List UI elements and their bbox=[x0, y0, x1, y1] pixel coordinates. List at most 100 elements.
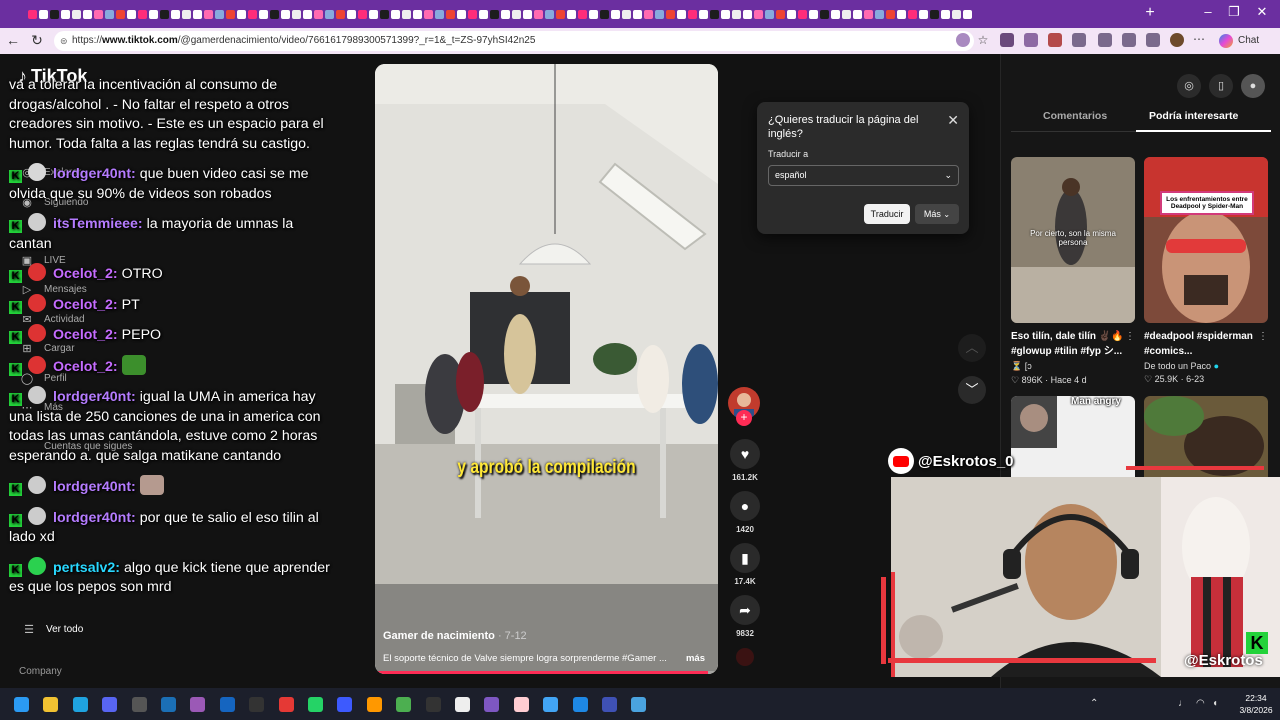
tab-favicon-icon[interactable] bbox=[61, 9, 70, 19]
tab-comentarios[interactable]: Comentarios bbox=[1043, 110, 1107, 122]
tab-favicon-icon[interactable] bbox=[622, 9, 631, 19]
tab-favicon-icon[interactable] bbox=[578, 9, 587, 19]
tab-favicon-icon[interactable] bbox=[666, 9, 675, 19]
tab-favicon-icon[interactable] bbox=[479, 9, 488, 19]
app-icon[interactable] bbox=[425, 697, 441, 712]
tab-favicon-icon[interactable] bbox=[886, 9, 895, 19]
photoshop-icon[interactable] bbox=[219, 697, 235, 712]
tab-favicon-icon[interactable] bbox=[611, 9, 620, 19]
comment-button[interactable]: ● 1420 bbox=[729, 491, 761, 534]
tab-favicon-icon[interactable] bbox=[39, 9, 48, 19]
edge-icon[interactable] bbox=[72, 697, 88, 712]
discord-icon[interactable] bbox=[102, 697, 118, 712]
chat-username[interactable]: Ocelot_2: bbox=[53, 327, 118, 343]
tab-favicon-icon[interactable] bbox=[699, 9, 708, 19]
tab-favicon-icon[interactable] bbox=[853, 9, 862, 19]
tray-overflow-icon[interactable]: ⌃ bbox=[1090, 698, 1098, 709]
tab-favicon-icon[interactable] bbox=[347, 9, 356, 19]
tab-favicon-icon[interactable] bbox=[743, 9, 752, 19]
recommended-video-card[interactable]: Los enfrentamientos entre Deadpool y Spi… bbox=[1144, 157, 1268, 385]
tab-favicon-icon[interactable] bbox=[875, 9, 884, 19]
tab-favicon-icon[interactable] bbox=[523, 9, 532, 19]
recommended-video-card[interactable] bbox=[1144, 396, 1268, 486]
tab-favicon-icon[interactable] bbox=[545, 9, 554, 19]
tab-favicon-icon[interactable] bbox=[776, 9, 785, 19]
save-button[interactable]: ▮ 17.4K bbox=[729, 543, 761, 586]
video-thumbnail[interactable]: Man angry bbox=[1011, 396, 1135, 486]
tab-favicon-icon[interactable] bbox=[831, 9, 840, 19]
volume-icon[interactable]: ◖ bbox=[1212, 698, 1218, 709]
tab-favicon-icon[interactable] bbox=[116, 9, 125, 19]
tab-favicon-icon[interactable] bbox=[908, 9, 917, 19]
obs-icon[interactable] bbox=[161, 697, 176, 712]
tab-favicon-icon[interactable] bbox=[259, 9, 268, 19]
tab-favicons[interactable] bbox=[0, 0, 972, 28]
split-screen-icon[interactable] bbox=[1098, 33, 1112, 47]
tab-favicon-icon[interactable] bbox=[809, 9, 818, 19]
tab-favicon-icon[interactable] bbox=[732, 9, 741, 19]
tab-favicon-icon[interactable] bbox=[413, 9, 422, 19]
chat-username[interactable]: lordger40nt: bbox=[53, 479, 136, 495]
translate-button[interactable]: Traducir bbox=[864, 204, 910, 224]
video-thumbnail[interactable] bbox=[1144, 396, 1268, 486]
tab-favicon-icon[interactable] bbox=[380, 9, 389, 19]
windows-start-icon[interactable] bbox=[14, 697, 29, 712]
follow-plus-icon[interactable]: + bbox=[736, 410, 752, 426]
recommended-video-card[interactable]: Por cierto, son la misma persona Eso til… bbox=[1011, 157, 1135, 386]
tab-favicon-icon[interactable] bbox=[567, 9, 576, 19]
recommended-video-card[interactable]: Man angry bbox=[1011, 396, 1135, 486]
tab-favicon-icon[interactable] bbox=[193, 9, 202, 19]
tab-favicon-icon[interactable] bbox=[127, 9, 136, 19]
new-tab-button[interactable]: + bbox=[1142, 5, 1158, 21]
tab-favicon-icon[interactable] bbox=[94, 9, 103, 19]
tab-favicon-icon[interactable] bbox=[138, 9, 147, 19]
device-icon[interactable]: ▯ bbox=[1209, 74, 1233, 98]
tab-favicon-icon[interactable] bbox=[435, 9, 444, 19]
tab-favicon-icon[interactable] bbox=[589, 9, 598, 19]
maximize-icon[interactable]: ❐ bbox=[1224, 4, 1244, 20]
tab-favicon-icon[interactable] bbox=[820, 9, 829, 19]
video-player[interactable]: y aprobó la compilación Gamer de nacimie… bbox=[375, 64, 718, 674]
taskbar-clock[interactable]: 22:34 3/8/2026 bbox=[1236, 692, 1276, 716]
user-avatar[interactable]: ● bbox=[1241, 74, 1265, 98]
next-video-button[interactable]: ﹀ bbox=[958, 376, 986, 404]
menu-dots-icon[interactable]: ⋯ bbox=[1192, 33, 1206, 47]
card-options-icon[interactable]: ⋮ bbox=[1258, 331, 1268, 342]
reload-icon[interactable]: ↻ bbox=[28, 32, 46, 49]
sidebar-item[interactable]: ☰ Ver todo bbox=[22, 623, 83, 636]
chat-username[interactable]: Ocelot_2: bbox=[53, 359, 118, 375]
capcut-icon[interactable] bbox=[249, 697, 265, 712]
tab-favicon-icon[interactable] bbox=[787, 9, 796, 19]
whatsapp-icon[interactable] bbox=[308, 697, 323, 712]
previous-video-button[interactable]: ︿ bbox=[958, 334, 986, 362]
address-bar[interactable]: ⊜ https://www.tiktok.com/@gamerdenacimie… bbox=[54, 31, 974, 51]
video-thumbnail[interactable]: Los enfrentamientos entre Deadpool y Spi… bbox=[1144, 157, 1268, 323]
youtube-icon[interactable] bbox=[278, 697, 294, 712]
extension-icon[interactable] bbox=[1024, 33, 1038, 47]
back-icon[interactable]: ← bbox=[4, 32, 22, 48]
tab-favicon-icon[interactable] bbox=[358, 9, 367, 19]
tab-favicon-icon[interactable] bbox=[237, 9, 246, 19]
tab-favicon-icon[interactable] bbox=[83, 9, 92, 19]
copilot-chat-button[interactable]: Chat bbox=[1214, 31, 1270, 51]
app-icon[interactable] bbox=[543, 697, 559, 712]
bookmark-star-icon[interactable]: ☆ bbox=[976, 33, 990, 47]
video-author[interactable]: Gamer de nacimiento · 7-12 bbox=[383, 630, 527, 642]
tab-favicon-icon[interactable] bbox=[204, 9, 213, 19]
app-icon[interactable] bbox=[631, 697, 647, 712]
share-button[interactable]: ➦ 9832 bbox=[729, 595, 761, 638]
tab-favicon-icon[interactable] bbox=[72, 9, 81, 19]
tab-favicon-icon[interactable] bbox=[490, 9, 499, 19]
tab-favicon-icon[interactable] bbox=[633, 9, 642, 19]
tab-favicon-icon[interactable] bbox=[402, 9, 411, 19]
tab-favicon-icon[interactable] bbox=[325, 9, 334, 19]
tab-favicon-icon[interactable] bbox=[424, 9, 433, 19]
tab-favicon-icon[interactable] bbox=[952, 9, 961, 19]
like-button[interactable]: ♥ 161.2K bbox=[729, 439, 761, 482]
tab-favicon-icon[interactable] bbox=[644, 9, 653, 19]
chat-username[interactable]: lordger40nt: bbox=[53, 166, 136, 182]
site-info-icon[interactable]: ⊜ bbox=[60, 31, 68, 51]
tab-favicon-icon[interactable] bbox=[501, 9, 510, 19]
tab-favicon-icon[interactable] bbox=[457, 9, 466, 19]
coins-icon[interactable]: ◎ bbox=[1177, 74, 1201, 98]
